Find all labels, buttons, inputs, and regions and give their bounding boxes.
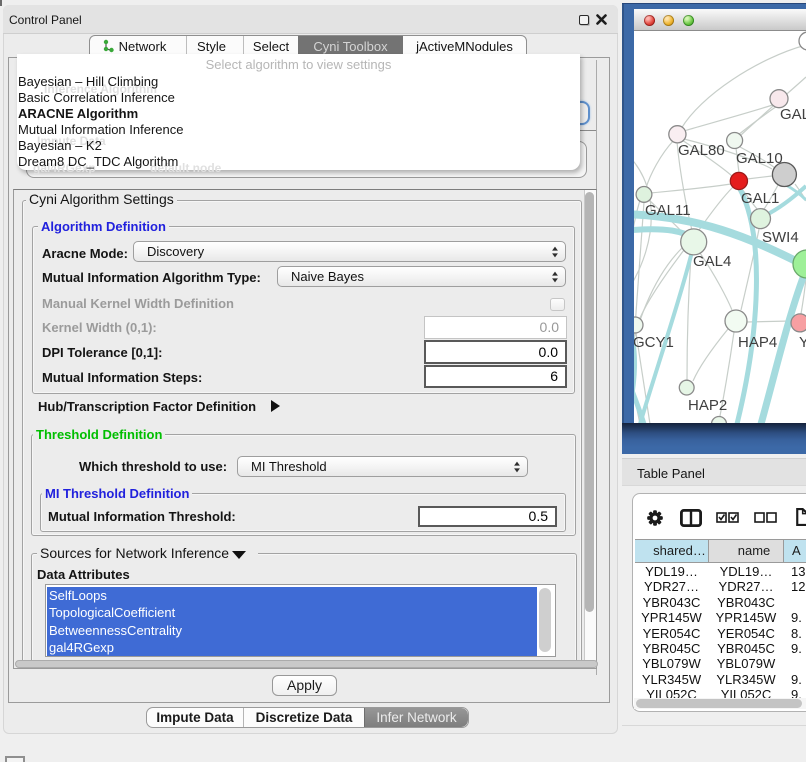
- svg-text:GAL7: GAL7: [780, 106, 806, 123]
- svg-text:HAP2: HAP2: [688, 397, 727, 414]
- svg-text:HAP4: HAP4: [738, 334, 777, 351]
- svg-text:GAL10: GAL10: [736, 150, 783, 167]
- svg-text:Y: Y: [799, 334, 806, 351]
- svg-text:SWI4: SWI4: [762, 229, 799, 246]
- svg-text:GAL80: GAL80: [678, 142, 725, 159]
- svg-text:GAL11: GAL11: [645, 202, 691, 219]
- svg-text:GAL1: GAL1: [741, 190, 779, 207]
- svg-text:GAL4: GAL4: [693, 253, 731, 270]
- svg-text:GCY1: GCY1: [634, 334, 674, 351]
